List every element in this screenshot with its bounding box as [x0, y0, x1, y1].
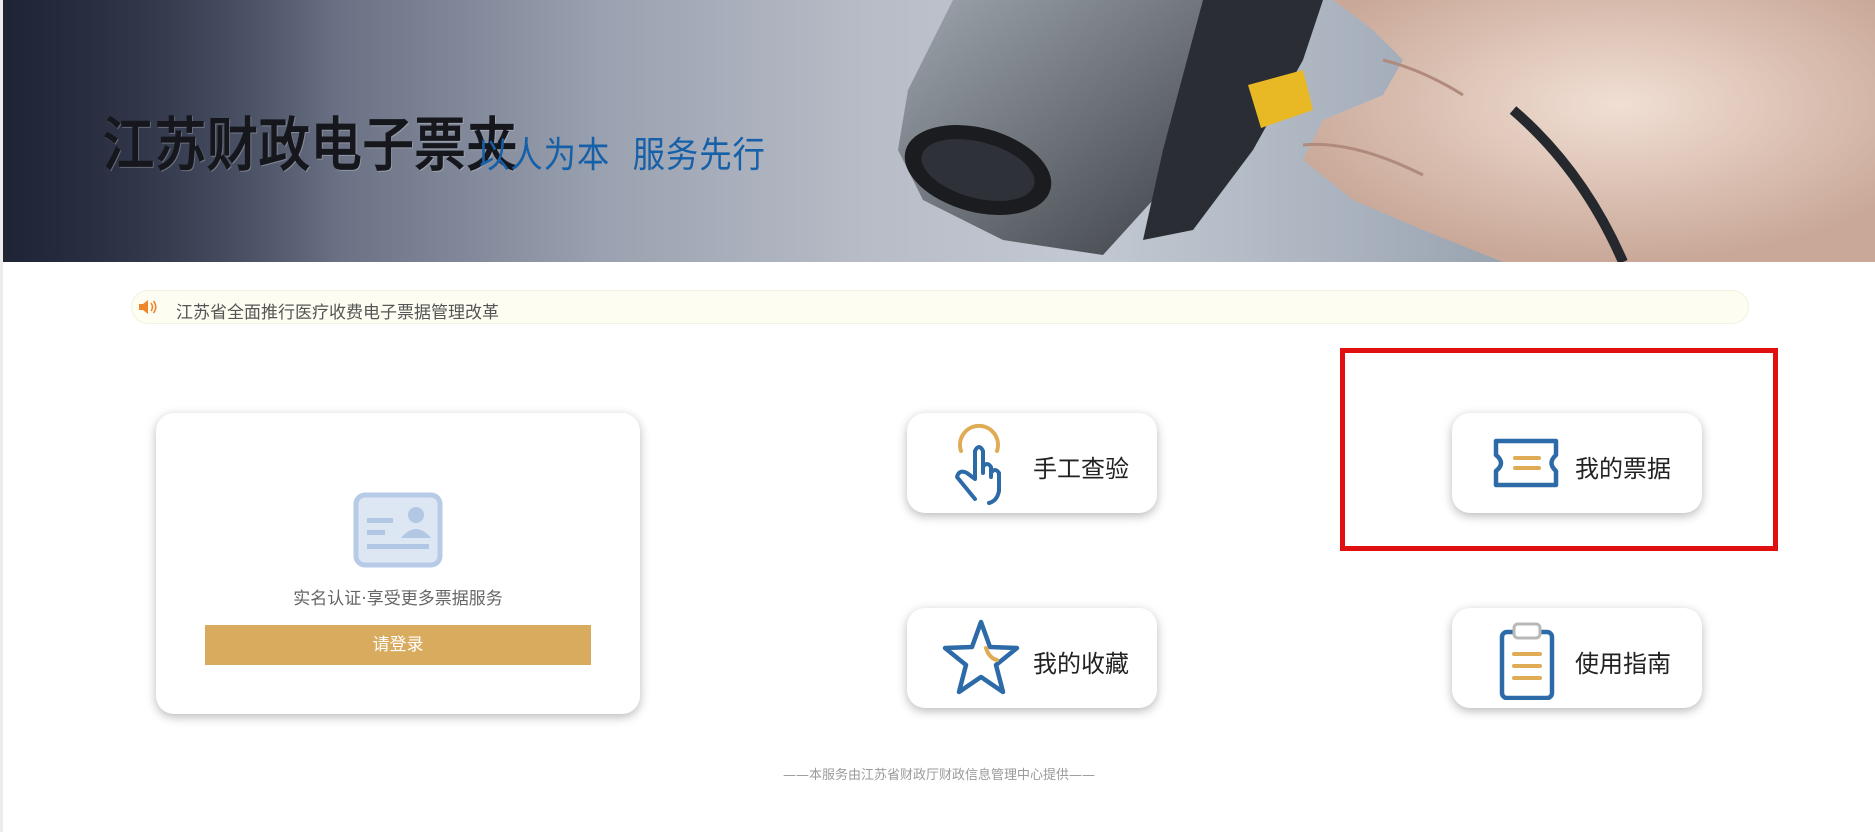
banner-title: 江苏财政电子票夹 — [103, 111, 519, 179]
my-tickets-tile[interactable]: 我的票据 — [1452, 413, 1702, 513]
header-banner: 江苏财政电子票夹 以人为本 服务先行 — [3, 0, 1875, 262]
notice-text[interactable]: 江苏省全面推行医疗收费电子票据管理改革 — [176, 298, 499, 323]
login-button[interactable]: 请登录 — [205, 625, 591, 665]
notice-bar[interactable]: 江苏省全面推行医疗收费电子票据管理改革 — [131, 290, 1749, 324]
footer-text: ——本服务由江苏省财政厅财政信息管理中心提供—— — [782, 768, 1095, 783]
clipboard-icon — [1499, 622, 1555, 700]
star-icon — [942, 619, 1020, 695]
id-card-icon — [353, 492, 443, 568]
my-favorites-tile[interactable]: 我的收藏 — [907, 608, 1157, 708]
tile-label-manual-check: 手工查验 — [1033, 455, 1129, 483]
tile-label-my-tickets: 我的票据 — [1575, 455, 1671, 483]
manual-check-tile[interactable]: 手工查验 — [907, 413, 1157, 513]
tile-label-user-guide: 使用指南 — [1575, 650, 1671, 678]
login-hint: 实名认证·享受更多票据服务 — [293, 589, 503, 609]
user-guide-tile[interactable]: 使用指南 — [1452, 608, 1702, 708]
login-card: 实名认证·享受更多票据服务 请登录 — [156, 413, 640, 714]
page: 江苏财政电子票夹 以人为本 服务先行 江苏省全面推行医疗收费电子票据管理改革 实… — [0, 0, 1875, 832]
banner-slogan: 以人为本 服务先行 — [477, 135, 766, 176]
tile-label-my-favorites: 我的收藏 — [1033, 650, 1129, 678]
hand-tap-icon — [955, 423, 1001, 505]
ticket-icon — [1493, 438, 1559, 488]
speaker-icon — [139, 300, 157, 314]
